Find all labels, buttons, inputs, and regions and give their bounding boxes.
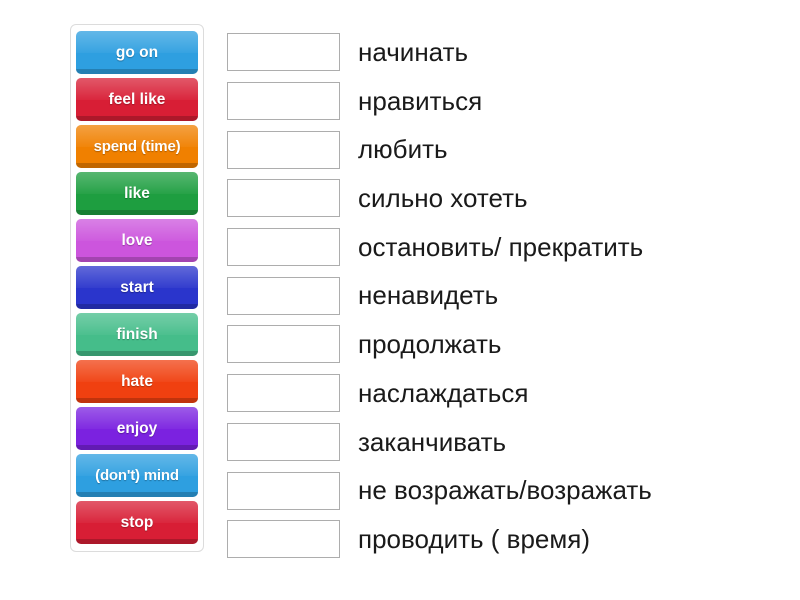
answer-text: начинать [358,37,469,68]
answer-row: любить [227,125,787,174]
answer-text: остановить/ прекратить [358,231,644,262]
answer-text: сильно хотеть [358,183,528,214]
answer-text: не возражать/возражать [358,475,652,506]
answer-row: остановить/ прекратить [227,223,787,272]
tile-label: spend (time) [93,138,181,155]
tile-label: feel like [108,90,166,108]
answer-row: сильно хотеть [227,174,787,223]
draggable-tile[interactable]: go on [76,31,198,74]
draggable-tile[interactable]: feel like [76,78,198,121]
drop-zone[interactable] [227,374,340,413]
match-up-activity: go on feel like spend (time) like love start f… [0,0,800,600]
answer-text: продолжать [358,329,502,360]
answer-row: заканчивать [227,418,787,467]
answer-text: любить [358,134,448,165]
answer-row: продолжать [227,320,787,369]
answer-row: ненавидеть [227,271,787,320]
tile-label: like [124,184,150,202]
answer-row: не возражать/возражать [227,466,787,515]
draggable-tiles-panel: go on feel like spend (time) like love start f… [70,24,204,552]
answer-row: наслаждаться [227,369,787,418]
tile-label: enjoy [116,419,158,437]
draggable-tile[interactable]: love [76,219,198,262]
draggable-tile[interactable]: hate [76,360,198,403]
tile-label: finish [116,325,158,343]
tile-label: love [121,231,153,249]
answer-row: начинать [227,28,787,77]
answer-text: наслаждаться [358,377,529,408]
answer-text: заканчивать [358,426,507,457]
draggable-tile[interactable]: enjoy [76,407,198,450]
drop-zone[interactable] [227,33,340,72]
tile-label: start [120,278,154,296]
draggable-tile[interactable]: stop [76,501,198,544]
drop-zone[interactable] [227,228,340,267]
drop-zone[interactable] [227,82,340,121]
tile-label: hate [121,372,153,390]
tile-label: (don't) mind [95,467,179,484]
draggable-tile[interactable]: start [76,266,198,309]
answer-row: нравиться [227,77,787,126]
drop-zone[interactable] [227,276,340,315]
drop-zone[interactable] [227,179,340,218]
answer-row: проводить ( время) [227,515,787,564]
draggable-tile[interactable]: spend (time) [76,125,198,168]
tile-label: stop [120,513,154,531]
drop-zone[interactable] [227,325,340,364]
answer-rows-panel: начинать нравиться любить сильно хотеть оста… [227,28,787,564]
drop-zone[interactable] [227,471,340,510]
answer-text: проводить ( время) [358,523,591,554]
drop-zone[interactable] [227,520,340,559]
drop-zone[interactable] [227,130,340,169]
answer-text: ненавидеть [358,280,499,311]
draggable-tile[interactable]: (don't) mind [76,454,198,497]
tile-label: go on [115,43,159,61]
drop-zone[interactable] [227,422,340,461]
answer-text: нравиться [358,85,483,116]
draggable-tile[interactable]: like [76,172,198,215]
draggable-tile[interactable]: finish [76,313,198,356]
